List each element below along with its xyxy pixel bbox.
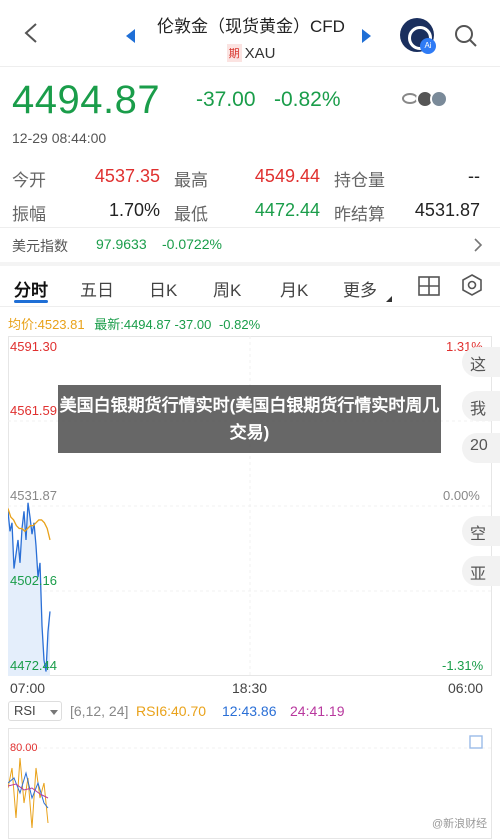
article-title-overlay: 美国白银期货行情实时(美国白银期货行情实时周几交易) (58, 385, 441, 453)
symbol-code: XAU (244, 45, 276, 62)
expand-icon[interactable] (469, 735, 483, 749)
usd-index-value: 97.9633 (96, 236, 147, 252)
side-button[interactable]: 亚 (462, 556, 500, 586)
avatar[interactable] (430, 90, 448, 108)
price-change: -37.00 (196, 88, 256, 111)
pct-axis-label: -1.31% (442, 658, 484, 673)
stat-value: 4531.87 (414, 200, 480, 220)
y-axis-label: 4472.44 (10, 658, 57, 673)
latest-price-label: 最新:4494.87 (94, 317, 171, 332)
tab-five-day[interactable]: 五日 (80, 276, 114, 301)
usd-index-change: -0.0722% (162, 236, 222, 252)
divider (0, 306, 500, 307)
tab-more[interactable]: 更多 (343, 276, 377, 301)
active-tab-indicator (14, 300, 48, 303)
page-title: 伦敦金（现货黄金）CFD (157, 17, 345, 36)
tab-intraday[interactable]: 分时 (14, 276, 48, 301)
ai-badge: Ai (420, 38, 436, 54)
more-dropdown-icon (386, 296, 392, 302)
usd-index-label[interactable]: 美元指数 (12, 236, 68, 256)
stat-value: 4472.44 (254, 200, 320, 220)
rsi24-value: 24:41.19 (290, 703, 345, 719)
rsi6-line (8, 757, 49, 829)
back-icon[interactable] (22, 22, 40, 44)
futures-tag: 期 (226, 44, 242, 62)
search-icon[interactable] (454, 24, 478, 48)
stat-label: 最低 (174, 205, 208, 224)
ai-assistant-icon[interactable]: Ai (400, 18, 436, 54)
prev-symbol-icon[interactable] (126, 29, 135, 43)
settings-icon[interactable] (461, 274, 483, 296)
rsi-params: [6,12, 24] (70, 703, 129, 719)
chevron-right-icon[interactable] (472, 238, 484, 252)
stat-label: 持仓量 (334, 171, 385, 190)
next-symbol-icon[interactable] (362, 29, 371, 43)
y-axis-label: 4502.16 (10, 573, 57, 588)
rsi6-value: RSI6:40.70 (136, 703, 207, 719)
rsi-chart[interactable] (8, 728, 492, 839)
rsi-axis-label: 80.00 (10, 742, 38, 754)
pct-axis-label: 0.00% (443, 488, 480, 503)
y-axis-label: 4561.59 (10, 403, 57, 418)
tab-monthly-k[interactable]: 月K (280, 276, 308, 301)
y-axis-label: 4591.30 (10, 339, 57, 354)
side-button[interactable]: 20 (462, 433, 500, 463)
x-axis-label: 18:30 (232, 680, 268, 696)
stat-label: 今开 (12, 171, 46, 190)
current-price: 4494.87 (12, 78, 161, 122)
stat-value: 4549.44 (254, 166, 320, 186)
symbol-subtitle: 期 XAU (148, 44, 354, 62)
legend-pct: -0.82% (218, 317, 261, 332)
stat-label: 昨结算 (334, 205, 385, 224)
legend-change: -37.00 (174, 317, 212, 332)
avg-price-label: 均价:4523.81 (8, 317, 85, 332)
side-button[interactable]: 空 (462, 516, 500, 546)
side-button[interactable]: 这 (462, 347, 500, 377)
y-axis-label: 4531.87 (10, 488, 57, 503)
tab-daily-k[interactable]: 日K (149, 276, 177, 301)
divider (0, 66, 500, 67)
layout-grid-icon[interactable] (418, 276, 440, 296)
rsi12-value: 12:43.86 (222, 703, 277, 719)
tab-weekly-k[interactable]: 周K (213, 276, 241, 301)
x-axis-label: 07:00 (10, 680, 46, 696)
x-axis-label: 06:00 (448, 680, 484, 696)
stat-value: 4537.35 (94, 166, 160, 186)
price-change-pct: -0.82% (274, 88, 341, 111)
stat-label: 最高 (174, 171, 208, 190)
stat-label: 振幅 (12, 205, 46, 224)
divider (0, 227, 500, 228)
stat-value: -- (468, 166, 480, 186)
watermark: @新浪财经 (432, 818, 488, 830)
stat-value: 1.70% (108, 200, 160, 220)
quote-datetime: 12-29 08:44:00 (12, 130, 107, 146)
chart-legend: 均价:4523.81 最新:4494.87 -37.00 -0.82% (8, 314, 260, 333)
side-button[interactable]: 我 (462, 391, 500, 421)
indicator-select[interactable]: RSI (8, 701, 62, 721)
